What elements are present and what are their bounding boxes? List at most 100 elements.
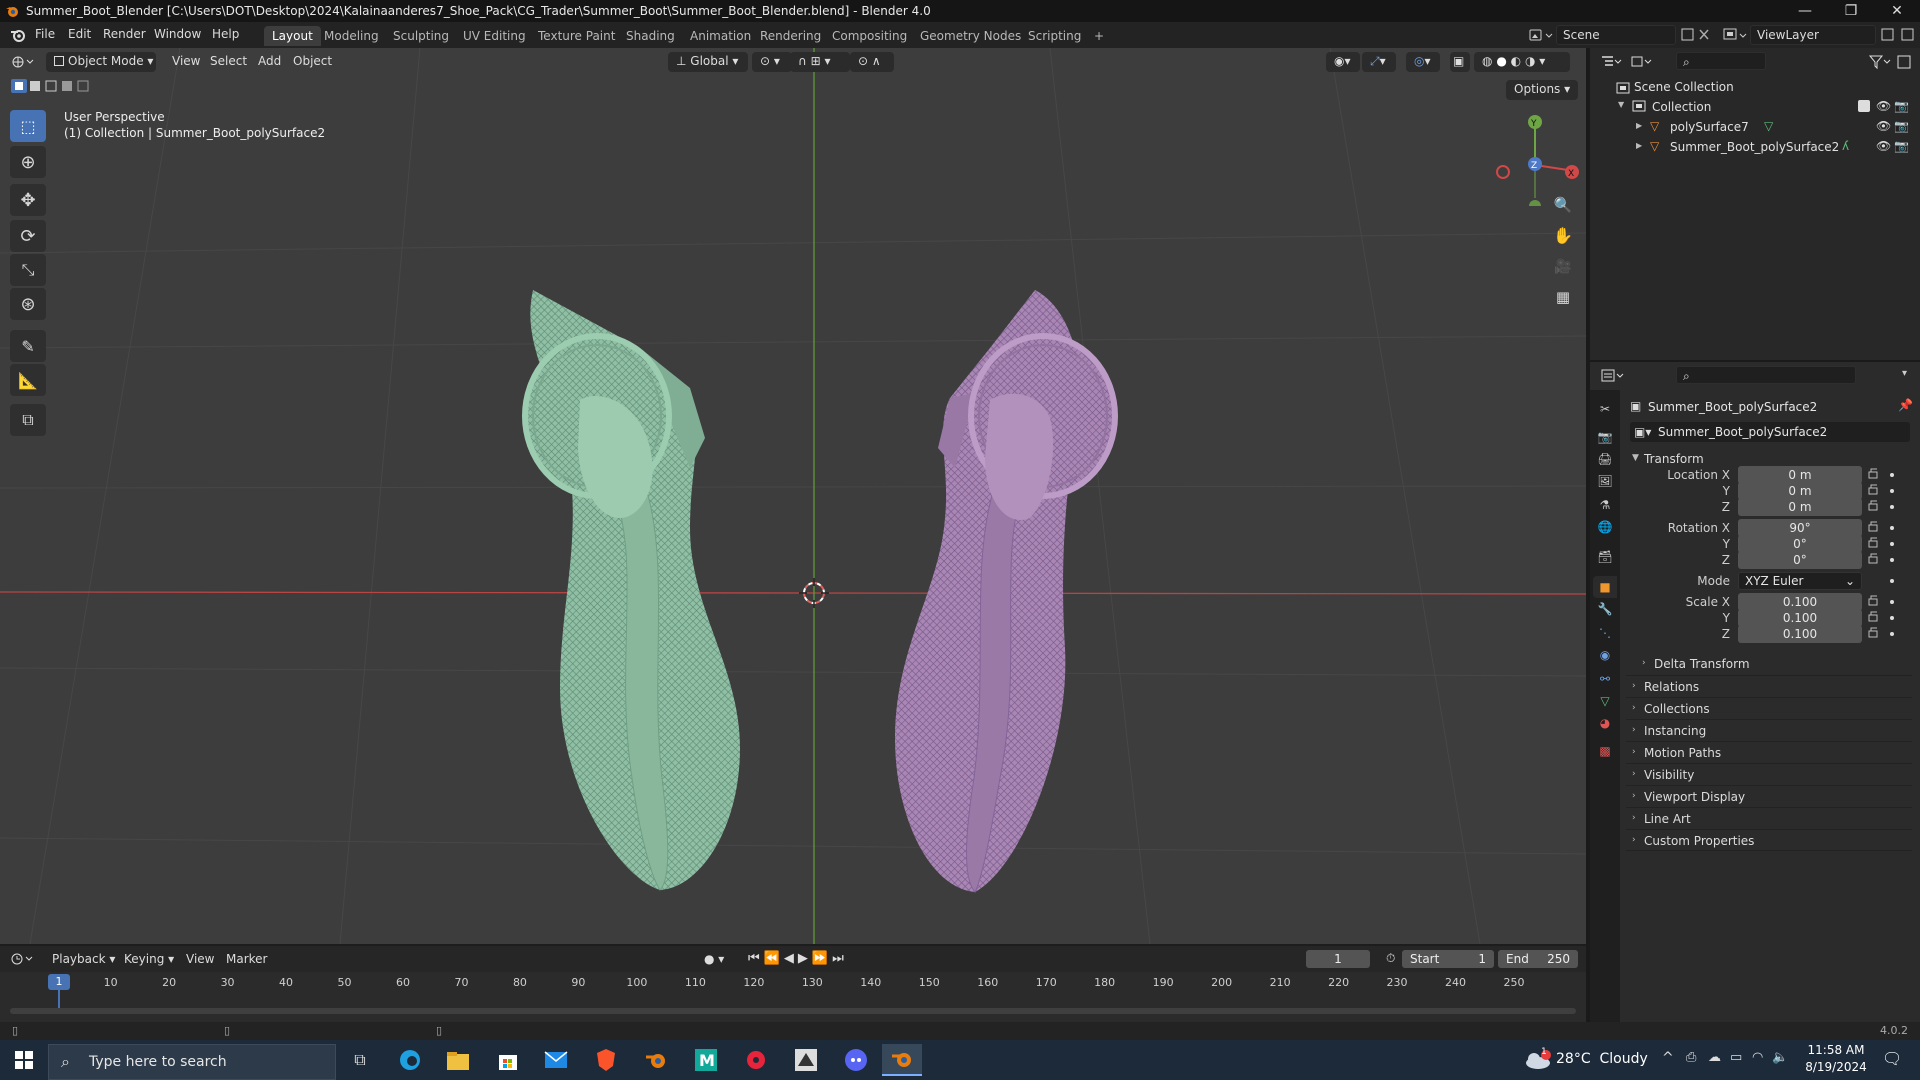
collection-label[interactable]: Collection (1652, 100, 1711, 114)
world-tab[interactable]: 🌐 (1593, 516, 1617, 538)
outliner-editor-icon[interactable] (1600, 54, 1660, 70)
transform-orientation-dropdown[interactable]: ⊥ Global ▾ (668, 52, 748, 72)
annotate-tool[interactable]: ✎ (10, 330, 46, 362)
pan-view-button[interactable]: ✋ (1550, 222, 1576, 248)
zbrush-app[interactable] (786, 1044, 826, 1076)
taskbar-search-box[interactable]: ⌕ Type here to search (48, 1044, 336, 1080)
file-explorer-app[interactable] (438, 1044, 478, 1076)
scale-z-field[interactable]: 0.100 (1738, 625, 1862, 643)
tool-tab[interactable]: ✂ (1593, 398, 1617, 420)
selection-mode-icons[interactable] (10, 78, 100, 94)
3d-viewport[interactable]: Object Mode ▾ View Select Add Object ⊥ G… (0, 48, 1586, 944)
collection-camera-icon[interactable]: 📷 (1894, 99, 1909, 113)
menu-window[interactable]: Window (154, 27, 201, 41)
outliner-item-polysurface7[interactable]: polySurface7 (1670, 120, 1749, 134)
jump-start-icon[interactable]: ⏮ (748, 951, 764, 966)
ortho-toggle-button[interactable]: ▦ (1550, 284, 1576, 310)
chevron-up-icon[interactable]: ^ (1662, 1050, 1674, 1066)
menu-file[interactable]: File (35, 27, 55, 41)
visibility-panel-header[interactable]: › Visibility (1626, 763, 1912, 785)
viewport-menu-select[interactable]: Select (210, 54, 247, 68)
maya-app[interactable]: M (686, 1044, 726, 1076)
tab-uv-editing[interactable]: UV Editing (455, 26, 534, 46)
collection-checkbox[interactable] (1858, 100, 1870, 112)
playback-controls[interactable]: ⏮⏪◀▶⏩⏭ (748, 951, 848, 966)
next-keyframe-icon[interactable]: ⏩ (812, 951, 832, 966)
blender-active-app[interactable] (882, 1044, 922, 1076)
stopwatch-icon[interactable]: ⏱ (1386, 951, 1395, 966)
task-view-button[interactable]: ⧉ (340, 1044, 380, 1076)
store-app[interactable] (488, 1044, 528, 1076)
timeline-menu-keying[interactable]: Keying ▾ (124, 952, 174, 966)
tab-layout[interactable]: Layout (264, 26, 321, 46)
timeline-menu-view[interactable]: View (186, 952, 214, 966)
texture-tab[interactable]: ▩ (1593, 740, 1617, 762)
start-button[interactable] (4, 1044, 44, 1076)
delta-transform-panel-header[interactable]: › Delta Transform (1636, 653, 1912, 675)
object-tab[interactable]: ■ (1593, 576, 1617, 598)
instancing-panel-header[interactable]: › Instancing (1626, 719, 1912, 741)
maximize-button[interactable]: ❐ (1828, 0, 1874, 22)
rotation-z-field[interactable]: 0° (1738, 551, 1862, 569)
add-cube-tool[interactable]: ⧉ (10, 404, 46, 436)
options-dropdown[interactable]: Options ▾ (1506, 80, 1579, 100)
collections-panel-header[interactable]: › Collections (1626, 697, 1912, 719)
scene-icon[interactable] (1528, 26, 1554, 44)
view-layer-icon[interactable] (1722, 26, 1748, 44)
brave-app[interactable] (586, 1044, 626, 1076)
line-art-panel-header[interactable]: › Line Art (1626, 807, 1912, 829)
tab-modeling[interactable]: Modeling (316, 26, 387, 46)
location-z-field[interactable]: 0 m (1738, 498, 1862, 516)
tab-geometry-nodes[interactable]: Geometry Nodes (912, 26, 1029, 46)
scene-collection-label[interactable]: Scene Collection (1634, 80, 1734, 94)
overlays-toggle[interactable]: ◎▾ (1406, 52, 1440, 72)
rotation-mode-dropdown[interactable]: XYZ Euler ⌄ (1738, 572, 1862, 590)
proportional-editing-toggle[interactable]: ⊙ ∧ (850, 52, 894, 72)
viewport-display-panel-header[interactable]: › Viewport Display (1626, 785, 1912, 807)
motion-paths-panel-header[interactable]: › Motion Paths (1626, 741, 1912, 763)
move-tool[interactable]: ✥ (10, 184, 46, 216)
object-expand-icon[interactable]: ▶ (1636, 121, 1642, 130)
play-icon[interactable]: ▶ (798, 951, 812, 966)
play-reverse-icon[interactable]: ◀ (784, 951, 798, 966)
object-expand-icon[interactable]: ▶ (1636, 141, 1642, 150)
render-tab[interactable]: 📷 (1593, 426, 1617, 448)
zoom-view-button[interactable]: 🔍 (1550, 192, 1576, 218)
new-view-layer-icon[interactable] (1880, 27, 1916, 43)
notifications-icon[interactable]: 🗨 (1882, 1049, 1902, 1068)
tab-sculpting[interactable]: Sculpting (385, 26, 457, 46)
device-icon[interactable]: ⎙ (1686, 1050, 1696, 1065)
wifi-icon[interactable]: ◠ (1752, 1050, 1763, 1065)
properties-editor-icon[interactable] (1600, 368, 1630, 384)
auto-keying-icon[interactable]: ● ▾ (704, 952, 724, 966)
tab-shading[interactable]: Shading (618, 26, 683, 46)
object-eye-icon[interactable]: 👁 (1876, 139, 1891, 153)
lock-and-keyframe-icons[interactable] (1866, 466, 1916, 646)
data-tab[interactable]: ▽ (1593, 690, 1617, 712)
view-layer-field[interactable]: ViewLayer (1750, 25, 1876, 45)
physics-tab[interactable]: ◉ (1593, 644, 1617, 666)
tab-compositing[interactable]: Compositing (824, 26, 915, 46)
pin-icon[interactable]: 📌 (1898, 398, 1913, 412)
output-tab[interactable]: 🖨 (1593, 448, 1617, 470)
cloud-icon[interactable]: ☁ (1708, 1050, 1721, 1065)
clock-date[interactable]: 8/19/2024 (1800, 1060, 1872, 1074)
measure-tool[interactable]: 📐 (10, 364, 46, 396)
scene-name-field[interactable]: Scene (1556, 25, 1676, 45)
clock-time[interactable]: 11:58 AM (1800, 1043, 1872, 1057)
timeline-editor-icon[interactable] (10, 952, 38, 966)
tab-texture-paint[interactable]: Texture Paint (530, 26, 623, 46)
select-box-tool[interactable]: ⬚ (10, 110, 46, 142)
end-frame-field[interactable]: End 250 (1498, 950, 1578, 968)
add-workspace-button[interactable]: + (1086, 26, 1112, 46)
scale-tool[interactable]: ⤡ (10, 254, 46, 286)
rotate-tool[interactable]: ⟳ (10, 220, 46, 252)
material-tab[interactable]: ◕ (1593, 712, 1617, 734)
tab-scripting[interactable]: Scripting (1020, 26, 1089, 46)
collection-eye-icon[interactable]: 👁 (1876, 99, 1891, 113)
prev-keyframe-icon[interactable]: ⏪ (764, 951, 784, 966)
particles-tab[interactable]: ⋱ (1593, 622, 1617, 644)
battery-icon[interactable]: ▭ (1730, 1050, 1742, 1065)
scene-tab[interactable]: ⚗ (1593, 494, 1617, 516)
menu-render[interactable]: Render (103, 27, 146, 41)
